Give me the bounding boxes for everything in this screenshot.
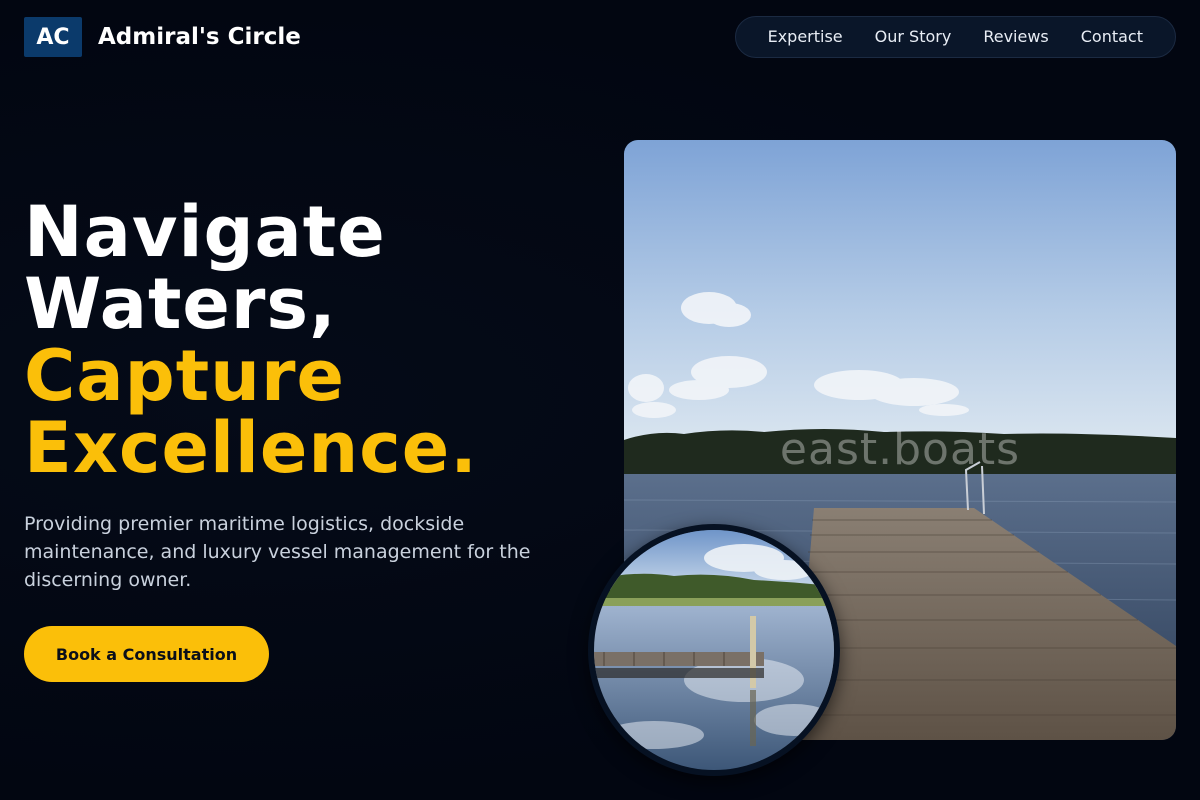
- inset-dock-photo: [588, 524, 840, 776]
- brand-name: Admiral's Circle: [98, 24, 301, 50]
- nav-link-contact[interactable]: Contact: [1065, 17, 1159, 57]
- hero-title-line-2: Waters,: [24, 263, 337, 345]
- page: AC Admiral's Circle Expertise Our Story …: [0, 0, 1200, 800]
- site-header: AC Admiral's Circle Expertise Our Story …: [24, 16, 1176, 58]
- main-nav: Expertise Our Story Reviews Contact: [734, 16, 1176, 58]
- hero-title-line-1: Navigate: [24, 191, 386, 273]
- hero-title-line-4: Excellence.: [24, 407, 478, 489]
- hero-title-line-3: Capture: [24, 335, 346, 417]
- book-consultation-button[interactable]: Book a Consultation: [24, 626, 269, 682]
- nav-link-reviews[interactable]: Reviews: [967, 17, 1064, 57]
- hero-subtitle: Providing premier maritime logistics, do…: [24, 513, 531, 591]
- brand[interactable]: AC Admiral's Circle: [24, 17, 301, 57]
- logo-badge: AC: [24, 17, 82, 57]
- nav-link-our-story[interactable]: Our Story: [859, 17, 968, 57]
- hero-title: Navigate Waters, Capture Excellence.: [24, 196, 584, 484]
- nav-link-expertise[interactable]: Expertise: [752, 17, 859, 57]
- photo-watermark: east.boats: [779, 424, 1021, 475]
